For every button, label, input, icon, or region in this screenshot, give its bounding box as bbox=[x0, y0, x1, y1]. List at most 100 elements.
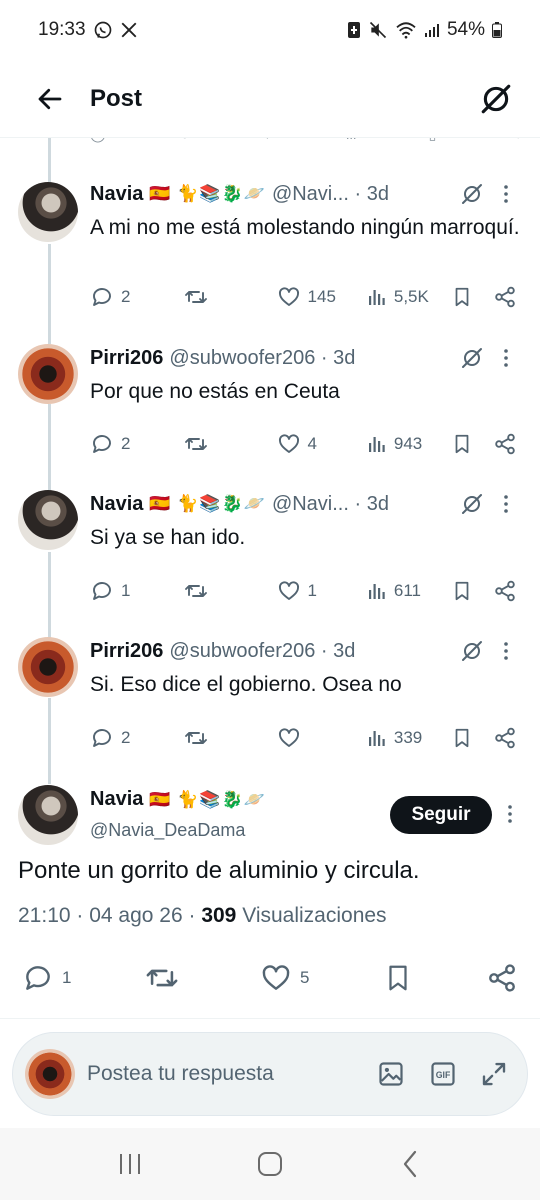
thread-line bbox=[48, 698, 51, 784]
page-title: Post bbox=[90, 84, 143, 112]
like-button[interactable]: 5 bbox=[260, 962, 309, 994]
author-name[interactable]: Navia bbox=[90, 493, 143, 516]
share-button[interactable] bbox=[493, 726, 522, 750]
post-meta: 21:10 · 04 ago 26 · 309 Visualizaciones bbox=[18, 904, 387, 928]
author-name[interactable]: Navia bbox=[90, 183, 143, 206]
post-timestamp: 21:10 · 04 ago 26 · bbox=[18, 904, 202, 927]
status-right: 54% bbox=[347, 19, 502, 41]
bookmark-button[interactable] bbox=[383, 963, 413, 993]
grok-icon[interactable] bbox=[460, 182, 484, 212]
reply-input[interactable] bbox=[87, 1054, 358, 1094]
like-button[interactable]: 4 bbox=[277, 432, 367, 456]
reply-header: Pirri206 @subwoofer206 · 3d bbox=[90, 637, 522, 665]
views-button[interactable]: 339 bbox=[367, 728, 451, 748]
grok-icon[interactable] bbox=[460, 492, 484, 522]
repost-button[interactable] bbox=[184, 432, 276, 456]
reply-text: Por que no estás en Ceuta bbox=[90, 380, 340, 403]
follow-button[interactable]: Seguir bbox=[390, 796, 492, 834]
reply-actions: 2 339 bbox=[90, 724, 522, 752]
battery-icon bbox=[492, 22, 502, 38]
author-name[interactable]: Pirri206 bbox=[90, 347, 163, 370]
back-arrow-icon[interactable] bbox=[30, 79, 70, 119]
post-actions: 1 5 bbox=[22, 958, 518, 998]
repost-button[interactable] bbox=[184, 726, 276, 750]
share-button[interactable] bbox=[493, 579, 522, 603]
bookmark-button[interactable] bbox=[451, 433, 492, 455]
views-button[interactable]: 611 bbox=[367, 581, 451, 601]
reply-count: 1 bbox=[62, 968, 72, 987]
share-button[interactable] bbox=[486, 962, 518, 994]
avatar[interactable] bbox=[18, 637, 78, 697]
grok-icon[interactable] bbox=[460, 346, 484, 376]
status-bar: 19:33 54% bbox=[0, 0, 540, 60]
image-icon[interactable] bbox=[372, 1052, 410, 1096]
like-button[interactable] bbox=[277, 726, 367, 750]
more-options-icon[interactable] bbox=[500, 802, 520, 826]
views-count: 339 bbox=[393, 728, 423, 747]
author-handle[interactable]: @Navia_DeaDama bbox=[90, 820, 245, 841]
like-count: 5 bbox=[300, 968, 310, 987]
bookmark-button[interactable] bbox=[451, 580, 492, 602]
avatar[interactable] bbox=[18, 182, 78, 242]
author-handle: @subwoofer206 · 3d bbox=[169, 639, 356, 662]
home-icon[interactable] bbox=[240, 1139, 300, 1189]
share-button[interactable] bbox=[493, 432, 522, 456]
battery-percent: 54% bbox=[446, 19, 485, 40]
more-options-icon[interactable] bbox=[496, 346, 516, 370]
reply-header: Pirri206 @subwoofer206 · 3d bbox=[90, 344, 522, 372]
repost-button[interactable] bbox=[184, 579, 276, 603]
reply-button[interactable]: 2 bbox=[90, 285, 184, 309]
reply-actions: 2 145 5,5K bbox=[90, 283, 522, 311]
bookmark-button[interactable] bbox=[451, 286, 492, 308]
whatsapp-icon bbox=[93, 20, 113, 40]
more-options-icon[interactable] bbox=[496, 182, 516, 206]
author-name[interactable]: Navia bbox=[90, 788, 143, 811]
author-emojis: 🇪🇸 🐈📚🐉🪐 bbox=[149, 494, 266, 513]
share-button[interactable] bbox=[493, 285, 522, 309]
post-views-label: Visualizaciones bbox=[236, 904, 387, 927]
reply-button[interactable]: 2 bbox=[90, 432, 184, 456]
recent-apps-icon[interactable] bbox=[100, 1139, 160, 1189]
reply-count: 2 bbox=[121, 728, 131, 747]
thread-line bbox=[48, 552, 51, 638]
repost-button[interactable] bbox=[145, 961, 187, 995]
author-emojis: 🇪🇸 🐈📚🐉🪐 bbox=[149, 184, 266, 203]
expand-icon[interactable] bbox=[475, 1052, 513, 1096]
views-button[interactable]: 943 bbox=[367, 434, 451, 454]
author-emojis: 🇪🇸 🐈📚🐉🪐 bbox=[149, 789, 266, 809]
avatar bbox=[25, 1049, 75, 1099]
more-options-icon[interactable] bbox=[496, 639, 516, 663]
repost-button[interactable] bbox=[184, 285, 276, 309]
author-name-row[interactable]: Navia 🇪🇸 🐈📚🐉🪐 bbox=[90, 788, 266, 811]
reply-button[interactable]: 1 bbox=[22, 962, 71, 994]
views-count: 5,5K bbox=[393, 287, 429, 306]
thread-line bbox=[48, 138, 51, 182]
app-header: Post bbox=[0, 60, 540, 138]
reply-text: A mi no me está molestando ningún marroq… bbox=[90, 216, 520, 239]
thread-line bbox=[48, 404, 51, 490]
bookmark-button[interactable] bbox=[451, 727, 492, 749]
like-count: 1 bbox=[307, 581, 318, 600]
author-handle: @Navi... · 3d bbox=[271, 182, 389, 205]
mute-icon bbox=[368, 20, 388, 40]
author-name[interactable]: Pirri206 bbox=[90, 640, 163, 663]
reply-button[interactable]: 1 bbox=[90, 579, 184, 603]
like-button[interactable]: 145 bbox=[277, 285, 367, 309]
gif-icon[interactable]: GIF bbox=[424, 1052, 462, 1096]
grok-icon[interactable] bbox=[460, 639, 484, 669]
avatar[interactable] bbox=[18, 490, 78, 550]
reply-button[interactable]: 2 bbox=[90, 726, 184, 750]
status-time: 19:33 bbox=[38, 19, 86, 40]
views-button[interactable]: 5,5K bbox=[367, 287, 451, 307]
previous-post-actions-partial: ◯⟲♡ılı▯⋖ bbox=[0, 138, 540, 150]
like-button[interactable]: 1 bbox=[277, 579, 367, 603]
avatar[interactable] bbox=[18, 344, 78, 404]
grok-icon[interactable] bbox=[476, 79, 516, 119]
back-icon[interactable] bbox=[380, 1139, 440, 1189]
reply-actions: 1 1 611 bbox=[90, 577, 522, 605]
author-handle: @Navi... · 3d bbox=[271, 492, 389, 515]
more-options-icon[interactable] bbox=[496, 492, 516, 516]
reply-count: 2 bbox=[121, 287, 131, 306]
avatar[interactable] bbox=[18, 785, 78, 845]
signal-icon bbox=[424, 22, 440, 38]
